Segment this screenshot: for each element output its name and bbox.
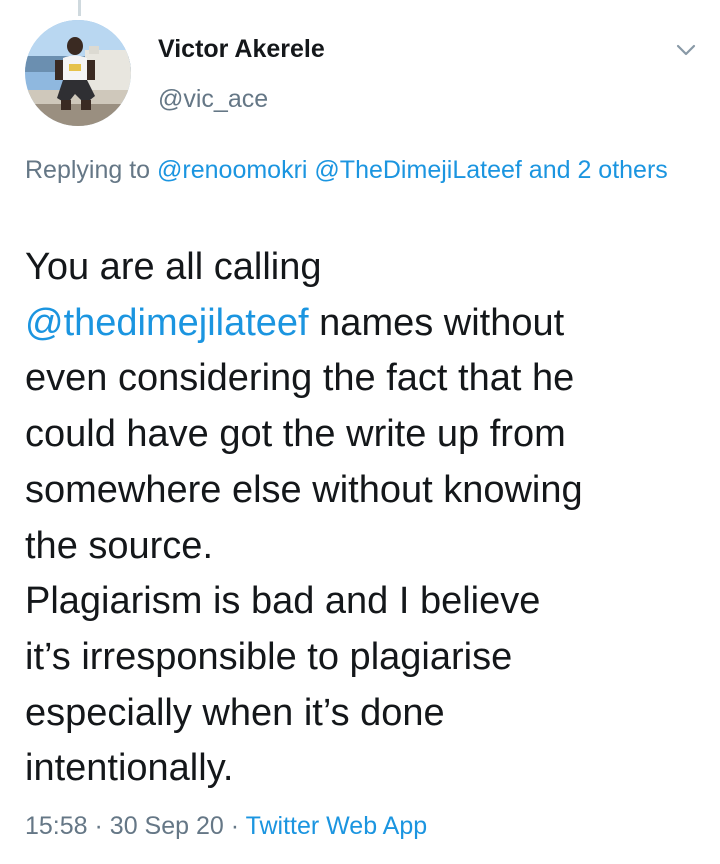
meta-separator: ·: [230, 812, 240, 840]
tweet-text-line: the source.: [25, 524, 213, 567]
tweet-date[interactable]: 30 Sep 20: [110, 812, 224, 840]
tweet-source-link[interactable]: Twitter Web App: [246, 812, 428, 840]
tweet-text-line: even considering the fact that he: [25, 357, 575, 400]
reply-mention-link[interactable]: @renoomokri: [157, 156, 307, 184]
tweet-metadata: 15:58 · 30 Sep 20 · Twitter Web App: [25, 808, 427, 844]
tweet-text-line: it’s irresponsible to plagiarise: [25, 635, 513, 678]
replying-prefix: Replying to: [25, 156, 151, 184]
meta-separator: ·: [94, 812, 103, 840]
thread-connector-line: [78, 0, 81, 16]
reply-mention-link[interactable]: @TheDimejiLateef: [314, 156, 521, 184]
tweet-time[interactable]: 15:58: [25, 812, 88, 840]
chevron-down-icon[interactable]: [674, 38, 698, 62]
tweet-text-line: somewhere else without knowing: [25, 468, 583, 511]
tweet-detail: Victor Akerele @vic_ace Replying to @ren…: [0, 0, 720, 864]
tweet-text-line: could have got the write up from: [25, 413, 566, 456]
mention-link[interactable]: @thedimejilateef: [25, 302, 309, 344]
tweet-text-line: Plagiarism is bad and I believe: [25, 580, 541, 623]
tweet-text: You are all calling @thedimejilateef nam…: [25, 240, 715, 797]
replying-to: Replying to @renoomokri @TheDimejiLateef…: [25, 150, 705, 190]
avatar-photo: [25, 20, 131, 126]
tweet-text-line: intentionally.: [25, 747, 234, 790]
tweet-text-fragment: names without: [319, 301, 565, 344]
author-handle[interactable]: @vic_ace: [158, 84, 268, 114]
tweet-text-line: especially when it’s done: [25, 691, 445, 734]
reply-others-link[interactable]: and 2 others: [529, 156, 668, 184]
tweet-text-line: @thedimejilateef names without: [25, 296, 715, 352]
avatar[interactable]: [25, 20, 131, 126]
author-name[interactable]: Victor Akerele: [158, 34, 325, 64]
tweet-text-line: You are all calling: [25, 246, 322, 288]
